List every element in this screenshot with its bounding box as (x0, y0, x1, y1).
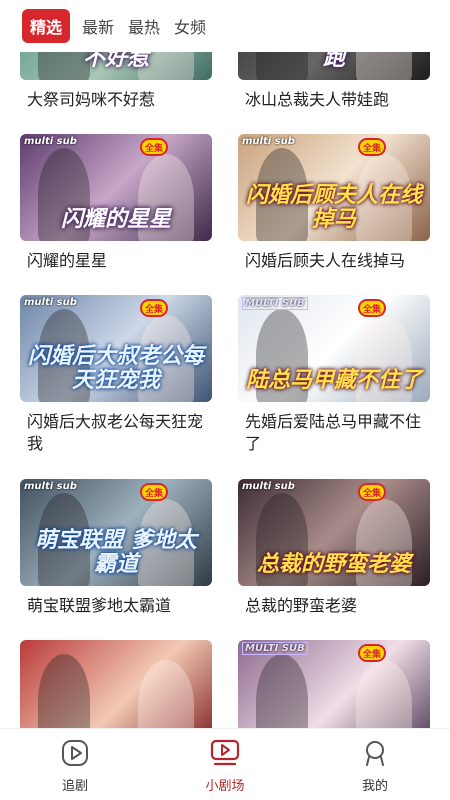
drama-poster[interactable]: MULTI SUB 全集 (238, 640, 430, 728)
full-series-badge: 全集 (358, 138, 386, 156)
user-icon (361, 739, 389, 771)
category-tabs: 精选 最新 最热 女频 (0, 0, 450, 52)
full-series-badge: 全集 (140, 483, 168, 501)
full-series-badge: 全集 (358, 299, 386, 317)
drama-card[interactable]: multi sub 全集 总裁的野蛮老婆 总裁的野蛮老婆 (238, 479, 430, 640)
full-series-badge: 全集 (140, 138, 168, 156)
video-play-icon (210, 739, 240, 771)
poster-title-art: 闪耀的星星 (60, 205, 171, 232)
poster-title-art: 萌宝联盟 爹地太霸道 (35, 526, 197, 577)
drama-poster[interactable]: multi sub 全集闪婚后大叔老公每天狂宠我 (20, 295, 212, 402)
tab-0[interactable]: 精选 (22, 9, 71, 43)
nav-item-2[interactable]: 我的 (300, 729, 450, 800)
drama-list[interactable]: 不好惹大祭司妈咪不好惹冰山总裁夫人带娃跑冰山总裁夫人带娃跑multi sub全集… (0, 0, 450, 728)
full-series-badge: 全集 (140, 299, 168, 317)
multi-sub-tag: MULTI SUB (242, 297, 308, 310)
poster-figure (356, 660, 412, 728)
multi-sub-tag: multi sub (242, 481, 295, 492)
drama-title: 大祭司妈咪不好惹 (27, 90, 156, 109)
drama-card[interactable]: multi sub 全集 闪耀的星星 闪耀的星星 (20, 134, 212, 295)
nav-item-1[interactable]: 小剧场 (150, 729, 300, 800)
poster-figure (138, 660, 194, 728)
nav-label: 追剧 (61, 779, 88, 794)
drama-title: 闪耀的星星 (27, 251, 108, 270)
drama-poster[interactable]: MULTI SUB 全集陆总马甲藏不住了 (238, 295, 430, 402)
full-series-badge: 全集 (358, 483, 386, 501)
multi-sub-tag: MULTI SUB (242, 642, 308, 655)
full-series-badge: 全集 (358, 644, 386, 662)
drama-title: 先婚后爱陆总马甲藏不住了 (245, 412, 422, 453)
drama-title: 萌宝联盟爹地太霸道 (27, 596, 172, 615)
nav-label: 小剧场 (205, 779, 245, 794)
drama-poster[interactable] (20, 640, 212, 728)
drama-title: 总裁的野蛮老婆 (245, 596, 358, 615)
drama-title: 闪婚后大叔老公每天狂宠我 (27, 412, 204, 453)
drama-card[interactable]: multi sub 全集 闪婚后大叔老公每天狂宠我 闪婚后大叔老公每天狂宠我 (20, 295, 212, 479)
drama-card[interactable]: MULTI SUB 全集 (238, 640, 430, 728)
poster-title-art: 陆总马甲藏不住了 (245, 366, 422, 393)
drama-poster[interactable]: multi sub 全集闪耀的星星 (20, 134, 212, 241)
drama-title: 闪婚后顾夫人在线掉马 (245, 251, 406, 270)
tab-2[interactable]: 最热 (126, 10, 162, 42)
poster-title-art: 闪婚后大叔老公每天狂宠我 (27, 342, 204, 393)
poster-title-art: 闪婚后顾夫人在线掉马 (245, 181, 422, 232)
nav-item-0[interactable]: 追剧 (0, 729, 150, 800)
poster-title-art: 总裁的野蛮老婆 (256, 550, 411, 577)
drama-card[interactable]: multi sub 全集 闪婚后顾夫人在线掉马 闪婚后顾夫人在线掉马 (238, 134, 430, 295)
nav-label: 我的 (361, 779, 388, 794)
drama-card[interactable]: MULTI SUB 全集陆总马甲藏不住了先婚后爱陆总马甲藏不住了 (238, 295, 430, 479)
poster-figure (256, 654, 308, 728)
drama-grid: 不好惹大祭司妈咪不好惹冰山总裁夫人带娃跑冰山总裁夫人带娃跑multi sub全集… (20, 0, 432, 728)
drama-card[interactable]: multi sub 全集萌宝联盟 爹地太霸道萌宝联盟爹地太霸道 (20, 479, 212, 640)
multi-sub-tag: multi sub (24, 136, 77, 147)
play-circle-icon (61, 739, 89, 771)
drama-title: 冰山总裁夫人带娃跑 (245, 90, 390, 109)
tab-3[interactable]: 女频 (172, 10, 208, 42)
multi-sub-tag: multi sub (24, 297, 77, 308)
drama-poster[interactable]: multi sub 全集闪婚后顾夫人在线掉马 (238, 134, 430, 241)
drama-poster[interactable]: multi sub 全集总裁的野蛮老婆 (238, 479, 430, 586)
multi-sub-tag: multi sub (242, 136, 295, 147)
drama-card[interactable] (20, 640, 212, 728)
poster-figure (38, 654, 90, 728)
drama-poster[interactable]: multi sub 全集萌宝联盟 爹地太霸道 (20, 479, 212, 586)
multi-sub-tag: multi sub (24, 481, 77, 492)
bottom-navigation: 追剧 小剧场 我的 (0, 728, 450, 800)
tab-1[interactable]: 最新 (80, 10, 116, 42)
